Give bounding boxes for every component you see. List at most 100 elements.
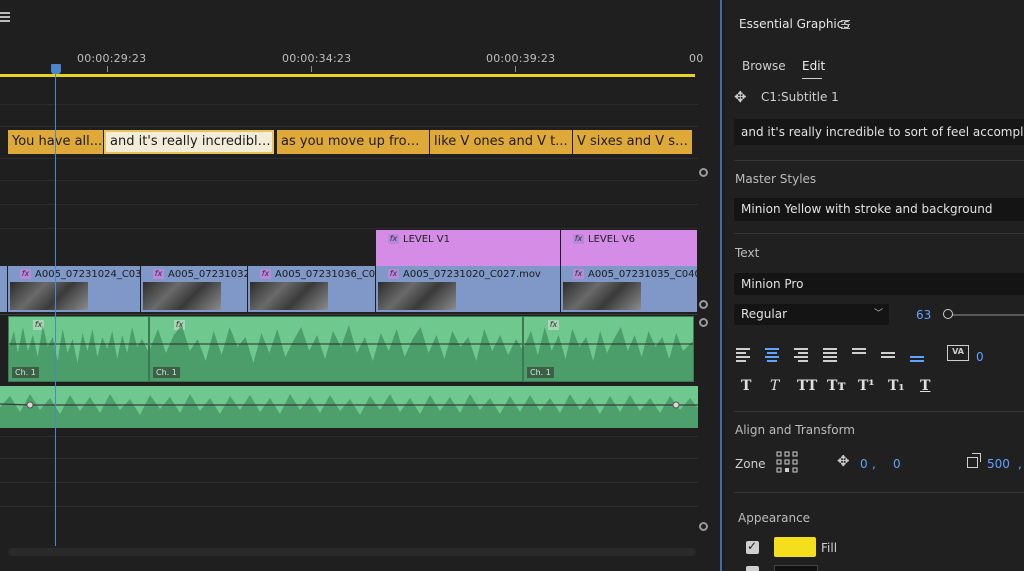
- video-clip[interactable]: fx A005_07231032_: [141, 266, 248, 312]
- position-separator: ,: [872, 457, 876, 471]
- align-left-icon[interactable]: [736, 347, 752, 362]
- music-audio-clip[interactable]: [0, 386, 698, 428]
- move-layer-icon[interactable]: ✥: [734, 88, 747, 106]
- clip-label: A005_07231036_C041: [275, 269, 376, 280]
- ruler-timecode: 00: [689, 52, 704, 65]
- video-clip[interactable]: fx A005_07231020_C027.mov: [376, 266, 561, 312]
- align-center-icon[interactable]: [765, 347, 781, 362]
- position-x-value[interactable]: 0: [860, 457, 868, 471]
- audio-clip[interactable]: fx Ch. 1: [523, 316, 694, 382]
- ruler-tick: [107, 66, 108, 72]
- faux-bold-button[interactable]: T: [741, 378, 751, 394]
- clip-label: A005_07231032_: [168, 269, 248, 280]
- video-clip[interactable]: fx A005_07231036_C041: [248, 266, 376, 312]
- alignment-zone-grid-icon[interactable]: [776, 451, 798, 473]
- position-icon: ✥: [837, 452, 850, 470]
- subscript-button[interactable]: T₁: [888, 378, 905, 394]
- tracking-icon[interactable]: VA: [947, 345, 969, 361]
- vertical-zoom-handle[interactable]: [699, 300, 708, 309]
- track-divider: [0, 180, 698, 181]
- master-styles-label: Master Styles: [735, 172, 817, 186]
- video-clip[interactable]: fx A005_07231024_C031.: [8, 266, 141, 312]
- vertical-zoom-handle[interactable]: [699, 318, 708, 327]
- clip-label: LEVEL V6: [588, 234, 636, 245]
- clip-label: A005_07231020_C027.mov: [403, 269, 541, 280]
- ruler-timecode: 00:00:34:23: [282, 52, 352, 65]
- text-section-label: Text: [735, 246, 760, 260]
- track-divider: [0, 158, 698, 159]
- tracking-value[interactable]: 0: [976, 350, 984, 364]
- fill-color-swatch[interactable]: [774, 537, 816, 557]
- master-styles-dropdown[interactable]: Minion Yellow with stroke and background: [734, 198, 1024, 221]
- font-size-value[interactable]: 63: [916, 308, 931, 322]
- audio-clip[interactable]: fx Ch. 1: [8, 316, 149, 382]
- clip-thumbnail: [143, 282, 221, 310]
- track-divider: [0, 228, 698, 229]
- clip-thumbnail: [378, 282, 456, 310]
- font-size-slider-thumb[interactable]: [943, 309, 953, 319]
- channel-label: Ch. 1: [153, 367, 180, 378]
- fill-checkbox[interactable]: ✓: [746, 539, 759, 554]
- fx-badge-icon: fx: [153, 269, 164, 279]
- font-family-dropdown[interactable]: Minion Pro: [734, 273, 1024, 295]
- timeline-panel[interactable]: 00:00:29:23 00:00:34:23 00:00:39:23 00 Y…: [0, 0, 722, 571]
- superscript-button[interactable]: T¹: [858, 378, 875, 394]
- ruler-timecode: 00:00:29:23: [77, 52, 147, 65]
- subtitle-clip[interactable]: You have all...: [8, 130, 104, 154]
- align-middle-icon[interactable]: [881, 347, 897, 361]
- clip-label: A005_07231035_C040.m: [588, 269, 697, 280]
- subtitle-clip[interactable]: V sixes and V se...: [573, 130, 693, 154]
- position-y-value[interactable]: 0: [893, 457, 901, 471]
- justify-icon[interactable]: [823, 347, 839, 362]
- timeline-menu-icon[interactable]: [0, 10, 12, 22]
- caption-text-field[interactable]: and it's really incredible to sort of fe…: [734, 119, 1024, 145]
- clip-label: LEVEL V1: [403, 234, 451, 245]
- scale-separator: ,: [1018, 457, 1022, 471]
- adjustment-layer-clip[interactable]: fx LEVEL V1: [376, 230, 561, 266]
- align-right-icon[interactable]: [794, 347, 810, 362]
- checkmark-icon: ✓: [747, 539, 758, 553]
- ruler-tick: [311, 66, 312, 72]
- playhead-line[interactable]: [55, 66, 56, 546]
- stroke-color-swatch[interactable]: [774, 565, 818, 571]
- font-style-dropdown[interactable]: Regular ﹀: [734, 304, 889, 325]
- fx-badge-icon: fx: [388, 269, 399, 279]
- subtitle-clip[interactable]: as you move up from ...: [277, 130, 430, 154]
- fx-badge-icon: fx: [20, 269, 31, 279]
- underline-button[interactable]: T: [920, 378, 930, 394]
- active-tab-underline: [802, 78, 822, 79]
- track-divider: [0, 482, 698, 483]
- clip-thumbnail: [563, 282, 641, 310]
- track-divider: [0, 458, 698, 459]
- track-divider: [0, 314, 698, 315]
- panel-title: Essential Graphics: [739, 17, 850, 31]
- video-clip[interactable]: fx A005_07231035_C040.m: [561, 266, 698, 312]
- align-top-icon[interactable]: [852, 347, 868, 361]
- fx-badge-icon: fx: [573, 234, 584, 244]
- horizontal-scrollbar[interactable]: [8, 548, 696, 556]
- scale-value[interactable]: 500: [987, 457, 1010, 471]
- font-size-slider-track[interactable]: [950, 314, 1024, 316]
- subtitle-clip[interactable]: like V ones and V t...: [430, 130, 573, 154]
- vertical-zoom-handle[interactable]: [699, 522, 708, 531]
- work-area-bar[interactable]: [0, 74, 695, 77]
- stroke-checkbox[interactable]: [746, 566, 759, 571]
- adjustment-layer-clip[interactable]: fx LEVEL V6: [561, 230, 698, 266]
- align-bottom-icon[interactable]: [910, 347, 926, 362]
- track-divider: [0, 104, 698, 105]
- faux-italic-button[interactable]: T: [770, 378, 779, 394]
- tab-edit[interactable]: Edit: [802, 59, 825, 73]
- panel-menu-icon[interactable]: [841, 20, 851, 30]
- clip-label: A005_07231024_C031.: [35, 269, 141, 280]
- tab-browse[interactable]: Browse: [742, 59, 786, 73]
- playhead-handle[interactable]: [51, 64, 61, 74]
- all-caps-button[interactable]: TT: [797, 378, 817, 394]
- video-clip[interactable]: [0, 266, 8, 312]
- layer-name: C1:Subtitle 1: [761, 90, 839, 104]
- waveform: [150, 325, 522, 381]
- small-caps-button[interactable]: Tт: [827, 378, 846, 394]
- subtitle-clip-selected[interactable]: and it's really incredible ...: [104, 130, 274, 154]
- fill-label: Fill: [821, 541, 838, 555]
- audio-clip[interactable]: fx Ch. 1: [149, 316, 523, 382]
- vertical-zoom-handle[interactable]: [699, 168, 708, 177]
